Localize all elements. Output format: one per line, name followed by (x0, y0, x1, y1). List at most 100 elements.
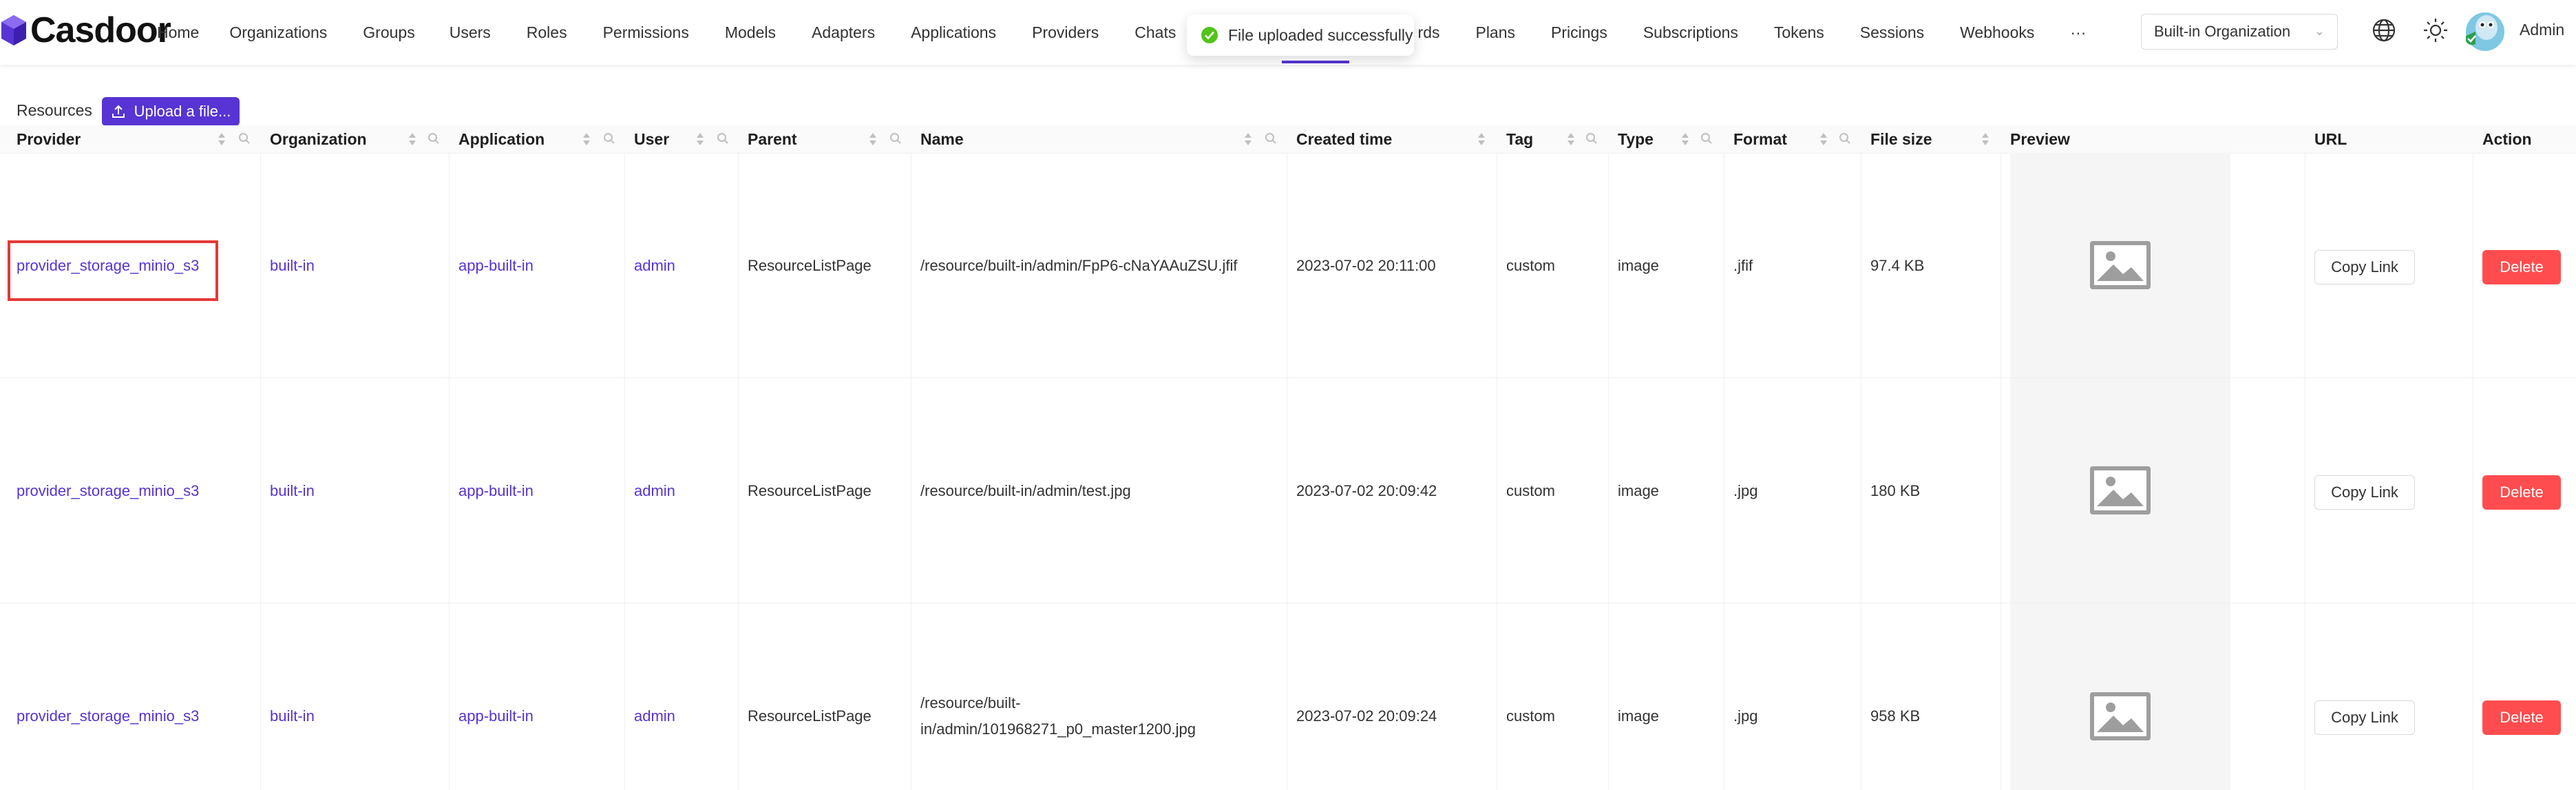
sort-icon[interactable] (408, 132, 417, 147)
provider-link[interactable]: provider_storage_minio_s3 (17, 481, 199, 501)
nav-adapters[interactable]: Adapters (812, 23, 875, 42)
tag-cell: custom (1506, 257, 1555, 274)
nav-organizations[interactable]: Organizations (229, 23, 327, 42)
type-cell: image (1618, 257, 1659, 274)
table-header: Provider Organization Application User P… (0, 125, 2576, 154)
nav-records-partial[interactable]: rds (1418, 23, 1440, 42)
search-icon[interactable] (1839, 132, 1851, 145)
image-placeholder-icon (2090, 466, 2151, 514)
nav-groups[interactable]: Groups (363, 23, 414, 42)
file-size-cell: 958 KB (1870, 707, 1921, 725)
col-header-created-time[interactable]: Created time (1296, 125, 1392, 153)
preview-thumbnail[interactable] (2010, 153, 2230, 377)
file-size-cell: 97.4 KB (1870, 257, 1925, 274)
nav-users[interactable]: Users (450, 23, 491, 42)
application-link[interactable]: app-built-in (458, 481, 534, 501)
search-icon[interactable] (1265, 132, 1277, 145)
search-icon[interactable] (1700, 132, 1713, 145)
format-cell: .jfif (1733, 257, 1753, 274)
sort-icon[interactable] (217, 132, 226, 147)
sort-icon[interactable] (1566, 132, 1576, 147)
toast-message: File uploaded successfully (1228, 25, 1413, 44)
delete-button[interactable]: Delete (2482, 475, 2561, 510)
application-link[interactable]: app-built-in (458, 256, 534, 276)
col-header-format[interactable]: Format (1733, 125, 1787, 153)
preview-thumbnail[interactable] (2010, 603, 2230, 790)
col-header-organization[interactable]: Organization (270, 125, 367, 153)
col-header-user[interactable]: User (634, 125, 669, 153)
application-link[interactable]: app-built-in (458, 706, 534, 727)
search-icon[interactable] (427, 132, 440, 145)
user-link[interactable]: admin (634, 706, 675, 727)
nav-webhooks[interactable]: Webhooks (1960, 23, 2034, 42)
language-button[interactable] (2369, 15, 2399, 45)
parent-cell: ResourceListPage (748, 257, 872, 274)
col-header-type[interactable]: Type (1618, 125, 1654, 153)
organization-link[interactable]: built-in (270, 706, 315, 727)
delete-button[interactable]: Delete (2482, 700, 2561, 735)
search-icon[interactable] (603, 132, 615, 145)
image-placeholder-icon (2090, 241, 2151, 289)
nav-home[interactable]: Home (157, 23, 199, 42)
nav-permissions[interactable]: Permissions (603, 23, 689, 42)
search-icon[interactable] (1585, 132, 1598, 145)
organization-link[interactable]: built-in (270, 481, 315, 501)
sort-icon[interactable] (695, 132, 705, 147)
type-cell: image (1618, 482, 1659, 499)
col-header-tag[interactable]: Tag (1506, 125, 1533, 153)
user-link[interactable]: admin (634, 256, 675, 276)
name-cell-line1: /resource/built- (920, 694, 1021, 711)
upload-success-toast: File uploaded successfully (1187, 14, 1414, 56)
sort-icon[interactable] (1981, 132, 1990, 147)
organization-select[interactable]: Built-in Organization ⌄ (2141, 14, 2338, 50)
copy-link-button[interactable]: Copy Link (2314, 250, 2415, 284)
theme-toggle-button[interactable] (2420, 15, 2451, 45)
nav-models[interactable]: Models (725, 23, 776, 42)
chevron-down-icon: ⌄ (2314, 24, 2325, 38)
nav-roles[interactable]: Roles (527, 23, 567, 42)
organization-select-value: Built-in Organization (2154, 23, 2291, 40)
upload-file-button[interactable]: Upload a file... (102, 97, 240, 126)
col-header-application[interactable]: Application (458, 125, 545, 153)
search-icon[interactable] (889, 132, 902, 145)
nav-sessions[interactable]: Sessions (1860, 23, 1924, 42)
sort-icon[interactable] (582, 132, 591, 147)
sort-icon[interactable] (1680, 132, 1690, 147)
sort-icon[interactable] (1243, 132, 1253, 147)
provider-link[interactable]: provider_storage_minio_s3 (17, 256, 199, 276)
nav-providers[interactable]: Providers (1032, 23, 1099, 42)
user-name[interactable]: Admin (2520, 21, 2564, 39)
sort-icon[interactable] (1477, 132, 1486, 147)
user-link[interactable]: admin (634, 481, 675, 501)
page-title: Resources (17, 101, 92, 119)
search-icon[interactable] (717, 132, 729, 145)
user-avatar[interactable] (2460, 7, 2504, 54)
nav-applications[interactable]: Applications (911, 23, 996, 42)
nav-tokens[interactable]: Tokens (1774, 23, 1824, 42)
globe-icon (2372, 19, 2396, 42)
col-header-provider[interactable]: Provider (17, 125, 81, 153)
provider-link[interactable]: provider_storage_minio_s3 (17, 706, 199, 727)
col-header-parent[interactable]: Parent (748, 125, 797, 153)
nav-more[interactable]: ··· (2070, 23, 2086, 42)
nav-subscriptions[interactable]: Subscriptions (1643, 23, 1738, 42)
col-header-name[interactable]: Name (920, 125, 964, 153)
sort-icon[interactable] (868, 132, 878, 147)
file-size-cell: 180 KB (1870, 482, 1921, 499)
organization-link[interactable]: built-in (270, 256, 315, 276)
nav-pricings[interactable]: Pricings (1551, 23, 1607, 42)
search-icon[interactable] (238, 132, 251, 145)
sort-icon[interactable] (1819, 132, 1828, 147)
nav-chats[interactable]: Chats (1134, 23, 1176, 42)
table-row: provider_storage_minio_s3 built-in app-b… (0, 603, 2576, 790)
casdoor-logo[interactable]: Casdoor (0, 10, 171, 51)
table-row: provider_storage_minio_s3 built-in app-b… (0, 153, 2576, 378)
preview-thumbnail[interactable] (2010, 378, 2230, 603)
copy-link-button[interactable]: Copy Link (2314, 700, 2415, 735)
nav-plans[interactable]: Plans (1475, 23, 1515, 42)
copy-link-button[interactable]: Copy Link (2314, 475, 2415, 510)
type-cell: image (1618, 707, 1659, 725)
col-header-file-size[interactable]: File size (1870, 125, 1932, 153)
nav-active-indicator (1282, 61, 1349, 63)
delete-button[interactable]: Delete (2482, 250, 2561, 284)
